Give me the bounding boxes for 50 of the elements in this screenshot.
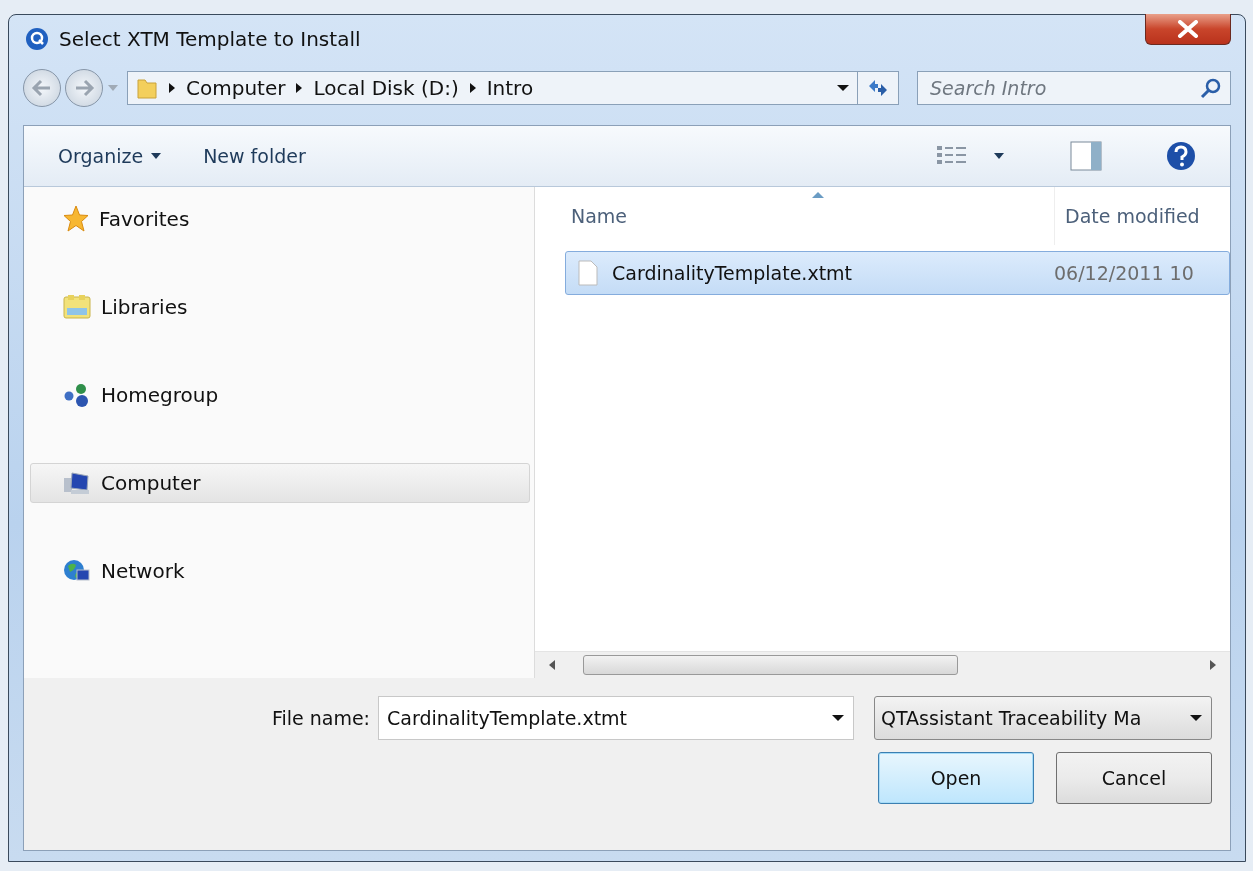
sidebar-item[interactable]: Favorites: [30, 199, 530, 239]
sidebar-item[interactable]: Libraries: [30, 287, 530, 327]
app-logo-icon: [25, 27, 49, 51]
search-box[interactable]: Search Intro: [917, 71, 1231, 105]
caret-icon: [831, 714, 845, 722]
scroll-left-icon[interactable]: [549, 660, 555, 670]
caret-icon: [835, 84, 850, 92]
library-folder-icon: [63, 294, 91, 320]
file-date: 06/12/2011 10: [1054, 262, 1195, 284]
sidebar-item[interactable]: Computer: [30, 463, 530, 503]
preview-pane-icon: [1070, 141, 1102, 171]
scroll-right-icon[interactable]: [1210, 660, 1216, 670]
file-name-label: File name:: [271, 707, 370, 729]
close-button[interactable]: [1145, 14, 1231, 45]
folder-icon: [136, 76, 158, 100]
caret-icon: [151, 153, 162, 159]
chevron-icon[interactable]: [168, 82, 176, 94]
horizontal-scrollbar[interactable]: [535, 651, 1230, 678]
file-icon: [578, 260, 598, 286]
chevron-icon[interactable]: [468, 82, 477, 94]
help-icon: [1166, 141, 1196, 171]
network-icon: [63, 558, 91, 584]
organize-menu-button[interactable]: Organize: [44, 139, 176, 173]
file-row[interactable]: CardinalityTemplate.xtmt 06/12/2011 10: [565, 251, 1230, 295]
computer-icon: [63, 470, 91, 496]
homegroup-icon: [63, 382, 91, 408]
sidebar-item[interactable]: Network: [30, 551, 530, 591]
forward-arrow-icon: [73, 79, 95, 97]
window-title: Select XTM Template to Install: [59, 27, 361, 51]
caret-icon: [994, 153, 1004, 159]
breadcrumb-item[interactable]: Computer: [186, 76, 286, 100]
breadcrumb-item[interactable]: Local Disk (D:): [313, 76, 459, 100]
chevron-icon[interactable]: [295, 82, 304, 94]
sidebar-item[interactable]: Homegroup: [30, 375, 530, 415]
close-icon: [1177, 20, 1199, 38]
file-name: CardinalityTemplate.xtmt: [612, 262, 853, 284]
search-icon: [1200, 77, 1222, 99]
file-type-dropdown[interactable]: QTAssistant Traceability Ma: [874, 696, 1212, 740]
scrollbar-thumb[interactable]: [583, 655, 958, 675]
cancel-button[interactable]: Cancel: [1056, 752, 1212, 804]
address-bar[interactable]: Computer Local Disk (D:) Intro: [127, 71, 899, 105]
back-arrow-icon: [31, 79, 53, 97]
caret-icon: [1189, 714, 1203, 722]
search-field[interactable]: Search Intro: [930, 72, 1200, 104]
star-icon: [63, 205, 89, 233]
sort-arrow-icon: [811, 191, 825, 199]
new-folder-button[interactable]: New folder: [189, 139, 320, 173]
open-button[interactable]: Open: [878, 752, 1034, 804]
column-header[interactable]: Date modified: [1055, 187, 1200, 245]
breadcrumb-item[interactable]: Intro: [486, 76, 534, 100]
